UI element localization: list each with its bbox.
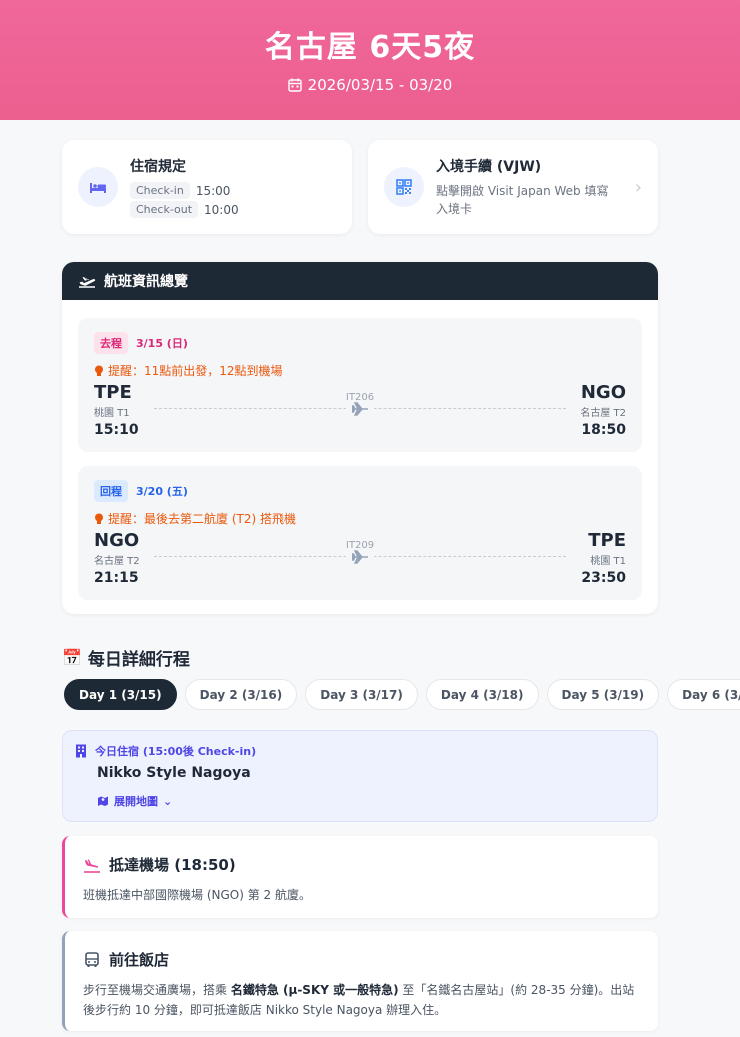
step-desc: 步行至機場交通廣場，搭乘 名鐵特急 (μ-SKY 或一般特急) 至「名鐵名古屋站… xyxy=(83,980,640,1020)
airport-code: TPE xyxy=(588,530,626,551)
arrival-time: 23:50 xyxy=(581,570,626,586)
tab-day-5[interactable]: Day 5 (3/19) xyxy=(546,679,660,710)
step-desc-highlight: 名鐵特急 (μ-SKY 或一般特急) xyxy=(230,983,399,997)
lodging-rules-title: 住宿規定 xyxy=(130,159,186,175)
tab-day-2[interactable]: Day 2 (3/16) xyxy=(184,679,298,710)
vjw-card[interactable]: 入境手續 (VJW) 點擊開啟 Visit Japan Web 填寫入境卡 › xyxy=(368,140,658,234)
arrival-time: 18:50 xyxy=(581,422,626,438)
outbound-arrival: NGO 名古屋 T2 18:50 xyxy=(580,382,626,439)
hotel-name: Nikko Style Nagoya xyxy=(97,765,251,781)
flights-title: 航班資訊總覽 xyxy=(104,274,188,290)
tab-day-6[interactable]: Day 6 (3/20) xyxy=(667,679,740,710)
departure-time: 15:10 xyxy=(94,422,139,438)
step-desc-text: 步行至機場交通廣場，搭乘 xyxy=(83,983,231,997)
checkout-time: 10:00 xyxy=(204,202,239,217)
trip-dates: 2026/03/15 - 03/20 xyxy=(0,76,740,94)
calendar-icon: 📅 xyxy=(62,648,82,667)
expand-map-button[interactable]: 展開地圖 ⌄ xyxy=(97,793,645,809)
qr-code-icon xyxy=(384,167,424,207)
vjw-desc: 點擊開啟 Visit Japan Web 填寫入境卡 xyxy=(436,184,609,216)
map-icon xyxy=(98,796,108,806)
outbound-tag: 去程 xyxy=(94,332,128,354)
day-tabs: Day 1 (3/15) Day 2 (3/16) Day 3 (3/17) D… xyxy=(64,679,740,710)
flights-card: 航班資訊總覽 去程 3/15 (日) 提醒：11點前出發，12點到機場 TPE … xyxy=(62,262,658,614)
checkin-row: Check-in 15:00 xyxy=(130,182,239,199)
itinerary-step-arrival: 抵達機場 (18:50) 班機抵達中部國際機場 (NGO) 第 2 航廈。 xyxy=(62,836,658,918)
chevron-right-icon: › xyxy=(634,176,642,198)
building-icon xyxy=(76,744,86,758)
return-tag: 回程 xyxy=(94,480,128,502)
expand-map-label: 展開地圖 xyxy=(114,795,158,808)
trip-dates-text: 2026/03/15 - 03/20 xyxy=(307,76,453,94)
flights-header: 航班資訊總覽 xyxy=(62,262,658,300)
checkout-label: Check-out xyxy=(130,201,199,218)
outbound-route: TPE 桃園 T1 15:10 IT206 NGO 名古屋 T2 18:50 xyxy=(94,378,626,439)
trip-title: 名古屋 6天5夜 xyxy=(264,30,476,65)
lightbulb-icon xyxy=(95,513,103,524)
departure-time: 21:15 xyxy=(94,570,139,586)
checkin-time: 15:00 xyxy=(195,183,231,198)
airplane-icon xyxy=(346,549,374,568)
return-reminder: 提醒：最後去第二航廈 (T2) 搭飛機 xyxy=(94,510,626,527)
airplane-icon xyxy=(346,401,374,420)
checkout-row: Check-out 10:00 xyxy=(130,201,239,218)
info-cards: 住宿規定 Check-in 15:00 Check-out 10:00 入境手續… xyxy=(62,140,658,234)
today-hotel-card: 今日住宿 (15:00後 Check-in) Nikko Style Nagoy… xyxy=(62,730,658,822)
outbound-date: 3/15 (日) xyxy=(136,337,188,350)
calendar-icon xyxy=(287,78,302,92)
terminal: 桃園 T1 xyxy=(590,556,626,567)
daily-section-title: 📅 每日詳細行程 xyxy=(62,645,658,670)
return-flight: 回程 3/20 (五) 提醒：最後去第二航廈 (T2) 搭飛機 NGO 名古屋 … xyxy=(78,466,642,600)
airport-code: NGO xyxy=(580,382,626,403)
hotel-label: 今日住宿 (15:00後 Check-in) xyxy=(95,745,257,758)
tab-day-1[interactable]: Day 1 (3/15) xyxy=(64,679,177,710)
step-title: 前往飯店 xyxy=(109,951,170,969)
bed-icon xyxy=(78,167,118,207)
step-title: 抵達機場 (18:50) xyxy=(109,856,236,874)
terminal: 名古屋 T2 xyxy=(580,408,626,419)
tab-day-3[interactable]: Day 3 (3/17) xyxy=(305,679,418,710)
chevron-down-icon: ⌄ xyxy=(163,794,173,808)
airplane-landing-icon xyxy=(84,859,100,873)
bus-icon xyxy=(85,951,99,967)
return-reminder-text: 提醒：最後去第二航廈 (T2) 搭飛機 xyxy=(108,512,296,526)
outbound-flight: 去程 3/15 (日) 提醒：11點前出發，12點到機場 TPE 桃園 T1 1… xyxy=(78,318,642,452)
terminal: 桃園 T1 xyxy=(94,408,130,419)
terminal: 名古屋 T2 xyxy=(94,556,140,567)
lightbulb-icon xyxy=(95,365,103,376)
daily-title-text: 每日詳細行程 xyxy=(87,650,190,670)
airplane-takeoff-icon xyxy=(79,277,96,288)
return-arrival: TPE 桃園 T1 23:50 xyxy=(581,530,626,587)
return-route: NGO 名古屋 T2 21:15 IT209 TPE 桃園 T1 23:50 xyxy=(94,526,626,587)
return-date: 3/20 (五) xyxy=(136,485,188,498)
trip-header: 名古屋 6天5夜 2026/03/15 - 03/20 xyxy=(0,0,740,120)
checkin-label: Check-in xyxy=(130,182,190,199)
lodging-rules-card: 住宿規定 Check-in 15:00 Check-out 10:00 xyxy=(62,140,352,234)
outbound-reminder-text: 提醒：11點前出發，12點到機場 xyxy=(108,364,283,378)
itinerary-step-to-hotel: 前往飯店 步行至機場交通廣場，搭乘 名鐵特急 (μ-SKY 或一般特急) 至「名… xyxy=(62,931,658,1031)
step-desc: 班機抵達中部國際機場 (NGO) 第 2 航廈。 xyxy=(83,888,311,902)
outbound-reminder: 提醒：11點前出發，12點到機場 xyxy=(94,362,626,379)
tab-day-4[interactable]: Day 4 (3/18) xyxy=(425,679,539,710)
vjw-title: 入境手續 (VJW) xyxy=(436,159,542,175)
